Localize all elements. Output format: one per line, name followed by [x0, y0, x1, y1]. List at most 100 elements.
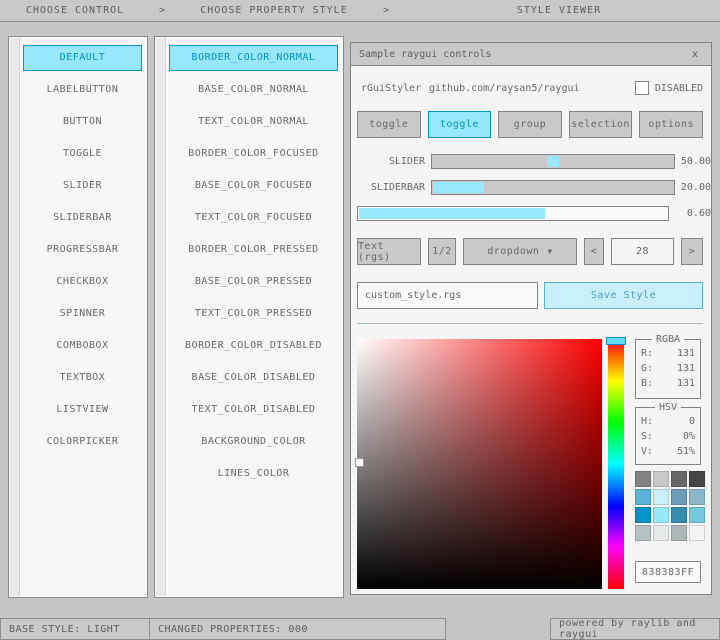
sliderbar-value: 20.00	[675, 182, 711, 193]
viewer-title-bar: Sample raygui controls x	[351, 43, 711, 66]
list-item-text_color_focused[interactable]: TEXT_COLOR_FOCUSED	[169, 205, 338, 231]
palette-swatch[interactable]	[635, 471, 651, 487]
progress-bar-fill	[359, 208, 545, 219]
kv-value: 0%	[683, 431, 695, 446]
sliderbar-fill	[433, 182, 484, 193]
hue-bar[interactable]	[608, 339, 624, 589]
list-item-spinner[interactable]: SPINNER	[23, 301, 142, 327]
list-item-text_color_normal[interactable]: TEXT_COLOR_NORMAL	[169, 109, 338, 135]
progress-bar	[357, 206, 669, 221]
kv-row: S: 0%	[641, 431, 695, 446]
disabled-checkbox-group: DISABLED	[635, 81, 703, 95]
kv-value: 51%	[677, 446, 695, 461]
list-item-listview[interactable]: LISTVIEW	[23, 397, 142, 423]
kv-key: H:	[641, 416, 653, 431]
style-viewer-window: Sample raygui controls x rGuiStyler gith…	[350, 42, 712, 595]
dropdown-box[interactable]: dropdown ▼	[463, 238, 577, 265]
hue-handle[interactable]	[606, 337, 626, 345]
list-item-sliderbar[interactable]: SLIDERBAR	[23, 205, 142, 231]
list-item-labelbutton[interactable]: LABELBUTTON	[23, 77, 142, 103]
hsv-groupbox: HSV H:0S:0%V:51%	[635, 407, 701, 465]
spinner-value-box[interactable]: 28	[611, 238, 674, 265]
palette-swatch[interactable]	[671, 471, 687, 487]
list-item-base_color_disabled[interactable]: BASE_COLOR_DISABLED	[169, 365, 338, 391]
toggle-button-selection[interactable]: selection	[569, 111, 633, 138]
properties-list-scrollbar[interactable]	[156, 38, 166, 596]
palette-swatch[interactable]	[653, 525, 669, 541]
sliderbar-label: SLIDERBAR	[357, 182, 425, 193]
list-item-background_color[interactable]: BACKGROUND_COLOR	[169, 429, 338, 455]
kv-value: 131	[677, 378, 695, 393]
list-item-base_color_pressed[interactable]: BASE_COLOR_PRESSED	[169, 269, 338, 295]
half-button[interactable]: 1/2	[428, 238, 456, 265]
list-item-base_color_normal[interactable]: BASE_COLOR_NORMAL	[169, 77, 338, 103]
save-style-button[interactable]: Save Style	[544, 282, 703, 309]
palette-swatch[interactable]	[671, 525, 687, 541]
palette-swatch[interactable]	[689, 471, 705, 487]
kv-key: S:	[641, 431, 653, 446]
list-item-border_color_disabled[interactable]: BORDER_COLOR_DISABLED	[169, 333, 338, 359]
spinner-decrement-button[interactable]: <	[584, 238, 604, 265]
base-style-label: BASE STYLE: LIGHT	[9, 624, 120, 635]
list-item-progressbar[interactable]: PROGRESSBAR	[23, 237, 142, 263]
text-rgs-button[interactable]: Text (rgs)	[357, 238, 421, 265]
toggle-button-group[interactable]: group	[498, 111, 562, 138]
list-item-border_color_normal[interactable]: BORDER_COLOR_NORMAL	[169, 45, 338, 71]
hex-value-box[interactable]: 838383FF	[635, 561, 701, 583]
slider-value: 50.00	[675, 156, 711, 167]
palette-swatch[interactable]	[671, 507, 687, 523]
list-item-lines_color[interactable]: LINES_COLOR	[169, 461, 338, 487]
list-item-text_color_pressed[interactable]: TEXT_COLOR_PRESSED	[169, 301, 338, 327]
rgba-title: RGBA	[652, 334, 684, 345]
list-item-combobox[interactable]: COMBOBOX	[23, 333, 142, 359]
arrow-icon: >	[374, 5, 398, 16]
styler-label: rGuiStyler	[361, 83, 421, 94]
disabled-checkbox-label: DISABLED	[655, 83, 703, 94]
controls-list-scrollbar[interactable]	[10, 38, 20, 596]
kv-key: B:	[641, 378, 653, 393]
list-item-border_color_pressed[interactable]: BORDER_COLOR_PRESSED	[169, 237, 338, 263]
step-style-viewer: STYLE VIEWER	[398, 5, 720, 16]
controls-list-panel: DEFAULT LABELBUTTON BUTTON TOGGLE SLIDER SLID…	[8, 36, 148, 598]
toggle-button-toggle[interactable]: toggle	[428, 111, 492, 138]
kv-value: 131	[677, 363, 695, 378]
palette-swatch[interactable]	[653, 507, 669, 523]
palette-swatch[interactable]	[635, 507, 651, 523]
close-icon[interactable]: x	[687, 49, 703, 60]
list-item-textbox[interactable]: TEXTBOX	[23, 365, 142, 391]
list-item-default[interactable]: DEFAULT	[23, 45, 142, 71]
spinner-increment-button[interactable]: >	[681, 238, 703, 265]
changed-properties-label: CHANGED PROPERTIES: 000	[158, 624, 308, 635]
palette-swatch[interactable]	[635, 489, 651, 505]
color-marker[interactable]	[356, 459, 363, 466]
list-item-button[interactable]: BUTTON	[23, 109, 142, 135]
palette-swatch[interactable]	[635, 525, 651, 541]
viewer-body: rGuiStyler github.com/raysan5/raygui DIS…	[351, 66, 711, 594]
list-item-checkbox[interactable]: CHECKBOX	[23, 269, 142, 295]
list-item-colorpicker[interactable]: COLORPICKER	[23, 429, 142, 455]
list-item-slider[interactable]: SLIDER	[23, 173, 142, 199]
list-item-base_color_focused[interactable]: BASE_COLOR_FOCUSED	[169, 173, 338, 199]
list-item-toggle[interactable]: TOGGLE	[23, 141, 142, 167]
list-item-border_color_focused[interactable]: BORDER_COLOR_FOCUSED	[169, 141, 338, 167]
powered-by-label: powered by raylib and raygui	[559, 618, 711, 640]
toggle-button-toggle[interactable]: toggle	[357, 111, 421, 138]
toggle-button-options[interactable]: options	[639, 111, 703, 138]
status-powered-by: powered by raylib and raygui	[550, 618, 720, 640]
palette-swatch[interactable]	[689, 489, 705, 505]
disabled-checkbox[interactable]	[635, 81, 649, 95]
github-link[interactable]: github.com/raysan5/raygui	[429, 83, 580, 94]
sliderbar-track[interactable]	[431, 180, 675, 195]
kv-value: 0	[689, 416, 695, 431]
palette-swatch[interactable]	[653, 471, 669, 487]
style-filename-input[interactable]	[357, 282, 538, 309]
slider-track[interactable]	[431, 154, 675, 169]
kv-row: H: 0	[641, 416, 695, 431]
palette-swatch[interactable]	[653, 489, 669, 505]
palette-swatch[interactable]	[671, 489, 687, 505]
palette-swatch[interactable]	[689, 507, 705, 523]
palette-swatch[interactable]	[689, 525, 705, 541]
color-gradient-panel[interactable]	[357, 339, 602, 589]
list-item-text_color_disabled[interactable]: TEXT_COLOR_DISABLED	[169, 397, 338, 423]
slider-handle[interactable]	[547, 156, 559, 167]
